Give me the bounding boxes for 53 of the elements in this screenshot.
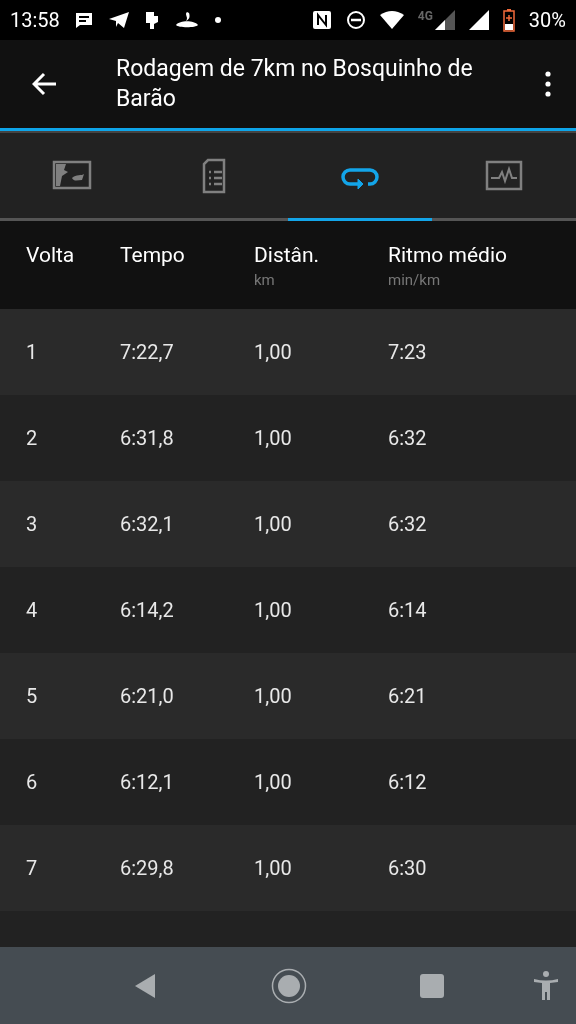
battery-icon (502, 8, 515, 32)
do-not-disturb-icon (345, 10, 366, 30)
table-cell: 7 (26, 856, 38, 880)
table-cell: 6:12,1 (120, 770, 174, 794)
table-cell: 6:21,0 (120, 684, 174, 708)
table-cell: 1 (26, 340, 38, 364)
table-cell: 1,00 (254, 426, 292, 450)
status-time: 13:58 (10, 7, 60, 34)
column-header: Ritmo médio (388, 242, 507, 269)
table-cell: 1,00 (254, 856, 292, 880)
message-icon (73, 11, 94, 29)
square-icon (419, 972, 445, 999)
column-header: Distân. (254, 242, 320, 269)
battery-percentage: 30% (528, 7, 566, 34)
table-cell: 4 (26, 598, 38, 622)
table-cell: 6:29,8 (120, 856, 174, 880)
table-cell: 1,00 (254, 598, 292, 622)
nfc-icon (311, 10, 332, 30)
table-cell: 6:30 (388, 856, 427, 880)
wifi-icon (379, 11, 404, 29)
column-header: Tempo (120, 242, 185, 269)
table-cell: 1,00 (254, 684, 292, 708)
table-cell: 6 (26, 770, 38, 794)
back-triangle-icon (133, 971, 157, 1000)
table-cell: 2 (26, 426, 38, 450)
table-cell: 6:14,2 (120, 598, 174, 622)
more-icon (545, 71, 551, 97)
signal-icon (434, 10, 455, 30)
table-cell: 1,00 (254, 770, 292, 794)
network-type: 4G (417, 10, 433, 22)
accessibility-icon (533, 970, 559, 1001)
table-cell: 6:32 (388, 426, 427, 450)
table-cell: 7:22,7 (120, 340, 174, 364)
table-cell: 6:21 (388, 684, 427, 708)
table-cell: 3 (26, 512, 38, 536)
table-cell: 6:14 (388, 598, 427, 622)
column-header: Volta (26, 242, 75, 269)
back-arrow-icon (32, 72, 58, 96)
table-cell: 6:32 (388, 512, 427, 536)
table-cell: 6:31,8 (120, 426, 174, 450)
table-cell: 6:12 (388, 770, 427, 794)
dot-icon (213, 16, 222, 24)
home-circle-icon (271, 967, 307, 1004)
table-cell: 1,00 (254, 340, 292, 364)
paper-plane-icon (107, 11, 130, 29)
column-unit: min/km (388, 270, 441, 291)
column-unit: km (254, 270, 275, 291)
table-cell: 5 (26, 684, 38, 708)
activity-title: Rodagem de 7km no Bosquinho de Barão (115, 54, 474, 114)
table-cell: 6:32,1 (120, 512, 174, 536)
signal-icon (468, 10, 489, 30)
table-cell: 7:23 (388, 340, 427, 364)
table-cell: 1,00 (254, 512, 292, 536)
